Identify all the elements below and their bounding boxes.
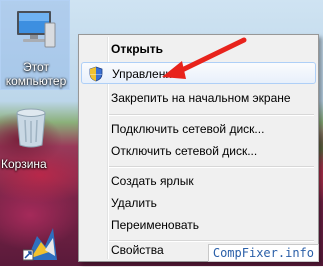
- red-arrow-icon: [162, 37, 247, 79]
- watermark: CompFixer.info: [207, 244, 319, 262]
